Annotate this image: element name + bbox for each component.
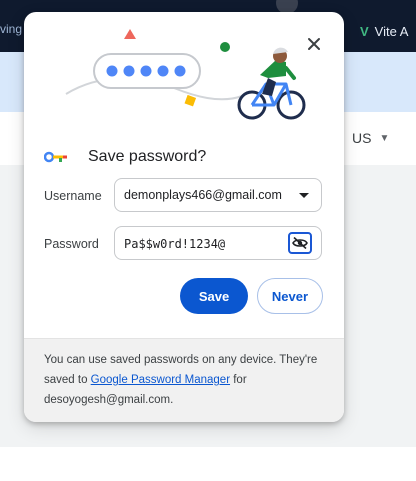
username-value: demonplays466@gmail.com [124, 188, 282, 202]
vite-extension[interactable]: V Vite A [360, 18, 408, 44]
password-value: Pa$$w0rd!1234@ [124, 237, 226, 251]
close-button[interactable] [302, 32, 326, 56]
dialog-header: Save password? [44, 148, 206, 166]
never-button[interactable]: Never [257, 278, 323, 314]
username-label: Username [44, 189, 102, 203]
vite-extension-label: Vite A [374, 23, 409, 39]
chevron-down-icon[interactable] [299, 193, 309, 198]
password-field[interactable]: Pa$$w0rd!1234@ [114, 226, 322, 260]
save-button[interactable]: Save [180, 278, 248, 314]
close-icon [308, 38, 320, 50]
bicycle-illustration [65, 29, 306, 120]
chevron-down-icon: ▼ [379, 132, 390, 144]
vue-logo-icon: V [360, 23, 369, 39]
username-select[interactable]: demonplays466@gmail.com [114, 178, 322, 212]
locale-selector[interactable]: US ▼ [338, 130, 389, 146]
password-label: Password [44, 237, 99, 251]
password-manager-link[interactable]: Google Password Manager [91, 374, 230, 386]
background-tab-text: ving [0, 22, 23, 36]
eye-off-icon [292, 237, 308, 249]
dialog-footer: You can use saved passwords on any devic… [24, 338, 344, 422]
footer-text: You can use saved passwords on any devic… [44, 350, 328, 410]
locale-label: US [352, 130, 372, 146]
key-icon [44, 151, 67, 163]
dialog-title: Save password? [88, 148, 207, 165]
toggle-password-visibility-button[interactable] [288, 232, 312, 254]
save-password-dialog: Save password? Username demonplays466@gm… [24, 12, 344, 422]
